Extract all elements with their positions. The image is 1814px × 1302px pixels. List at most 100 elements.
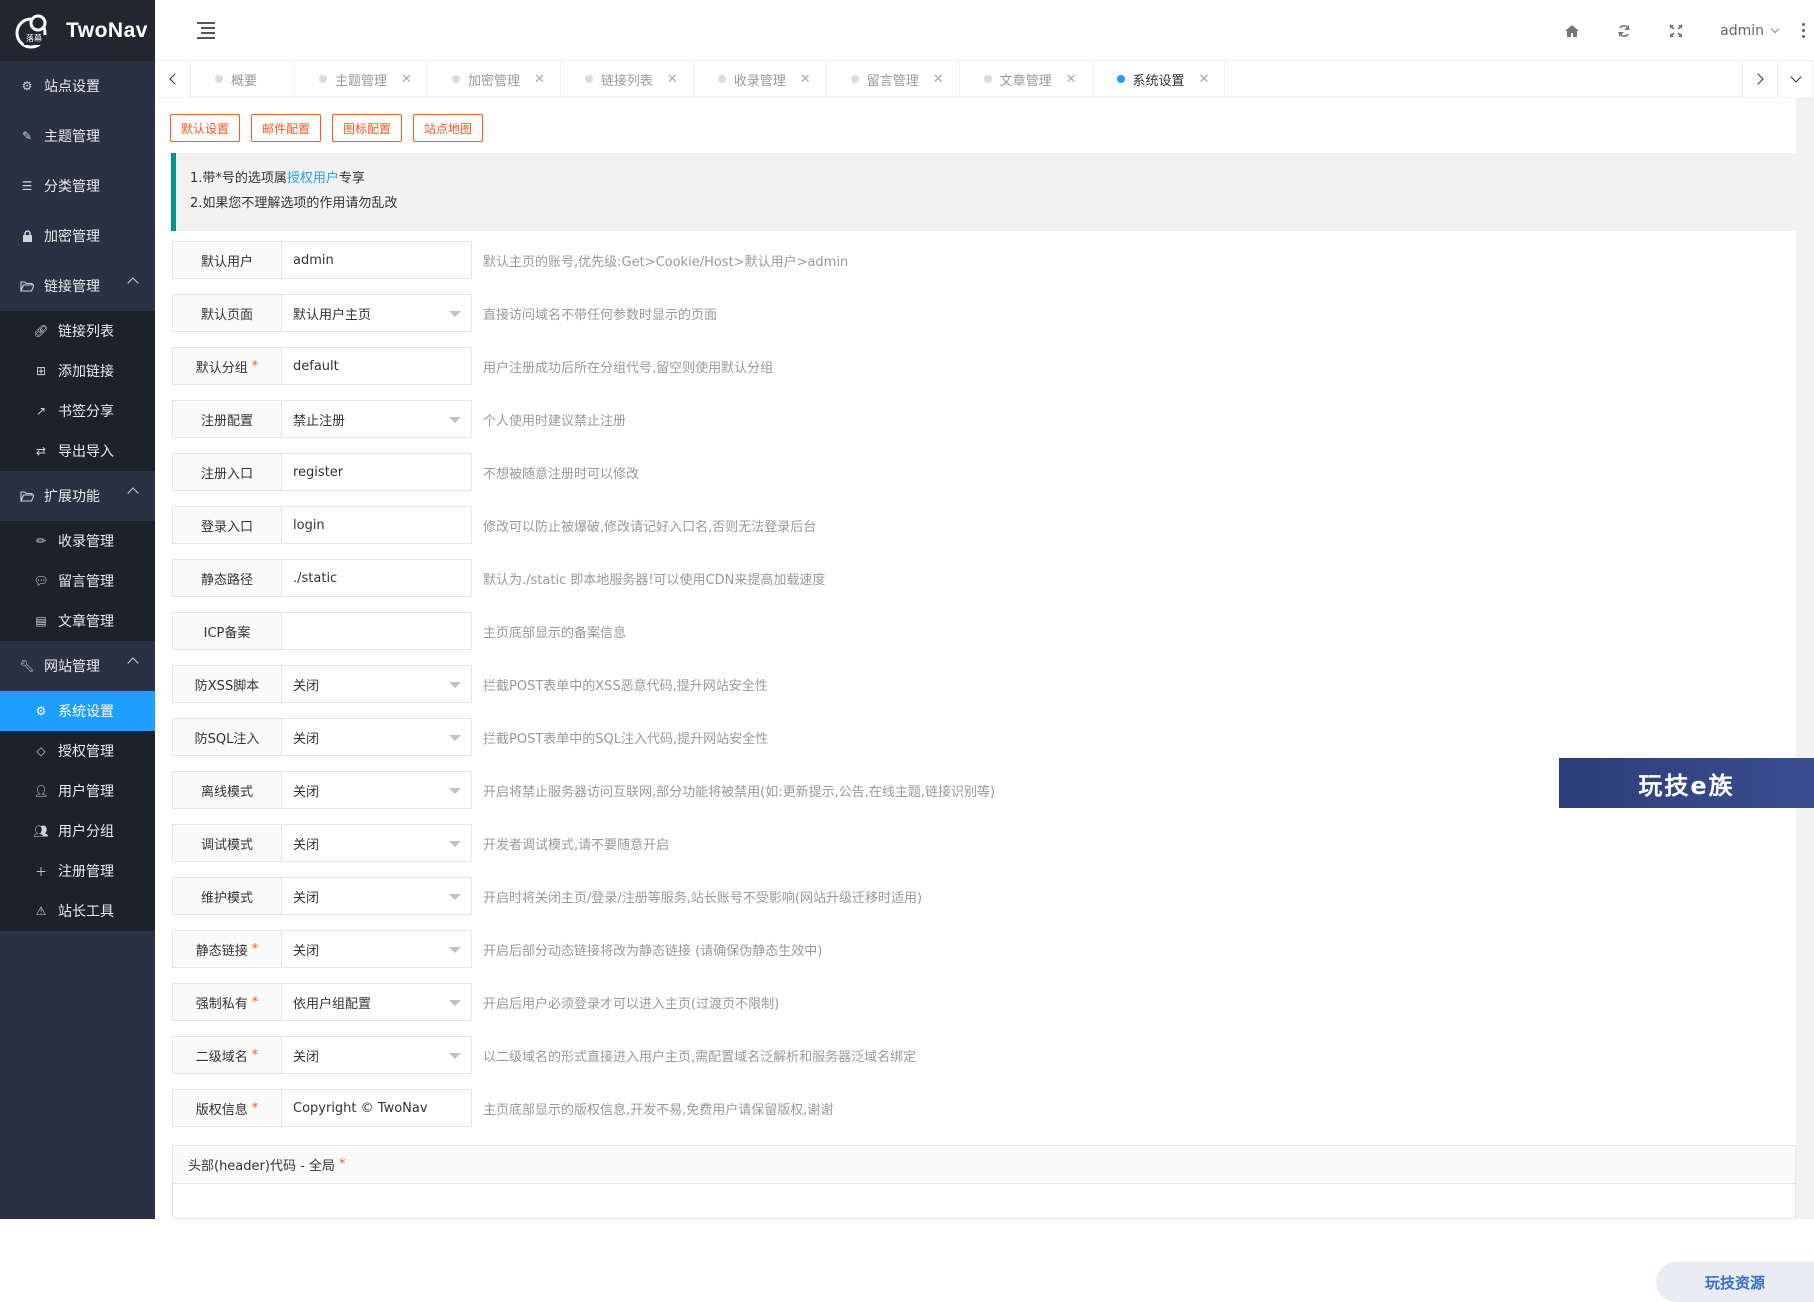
close-icon[interactable]: ✕ bbox=[933, 72, 944, 87]
home-icon[interactable] bbox=[1546, 0, 1598, 61]
field-value: 禁止注册 bbox=[293, 413, 346, 429]
static-link-select[interactable]: 关闭 bbox=[282, 930, 472, 968]
field-value: 关闭 bbox=[293, 678, 320, 694]
sidebar-item-submissions[interactable]: ✏ 收录管理 bbox=[0, 521, 155, 561]
sidebar-item-label: 站长工具 bbox=[58, 904, 114, 920]
share-icon: ↗ bbox=[35, 404, 47, 418]
sidebar-item-categories[interactable]: ☰ 分类管理 bbox=[0, 161, 155, 211]
close-icon[interactable]: ✕ bbox=[534, 72, 545, 87]
header-code-label: 头部(header)代码 - 全局 * bbox=[173, 1146, 1795, 1184]
sidebar-item-registration[interactable]: ＋ 注册管理 bbox=[0, 851, 155, 891]
register-entry-input[interactable]: register bbox=[282, 453, 472, 491]
close-icon[interactable]: ✕ bbox=[401, 72, 412, 87]
maintenance-mode-select[interactable]: 关闭 bbox=[282, 877, 472, 915]
close-icon[interactable]: ✕ bbox=[1066, 72, 1077, 87]
tab-messages[interactable]: 留言管理 ✕ bbox=[827, 61, 960, 97]
tab-scroll-left-button[interactable] bbox=[155, 61, 191, 97]
logo-icon: 落幕 bbox=[14, 13, 52, 49]
authorized-user-link[interactable]: 授权用户 bbox=[287, 171, 339, 186]
login-entry-input[interactable]: login bbox=[282, 506, 472, 544]
dropdown-caret-icon bbox=[449, 841, 461, 847]
form-row-anti-sql: 防SQL注入 关闭 拦截POST表单中的SQL注入代码,提升网站安全性 bbox=[172, 718, 768, 756]
copyright-input[interactable]: Copyright © TwoNav bbox=[282, 1089, 472, 1127]
tab-system-settings[interactable]: 系统设置 ✕ bbox=[1093, 61, 1226, 97]
header-code-textarea[interactable] bbox=[173, 1184, 1795, 1218]
field-tip: 以二级域名的形式直接进入用户主页,需配置域名泛解析和服务器泛域名绑定 bbox=[483, 1049, 917, 1065]
sitemap-button[interactable]: 站点地图 bbox=[413, 114, 484, 142]
field-tip: 开启后用户必须登录才可以进入主页(过渡页不限制) bbox=[483, 996, 780, 1012]
icp-record-input[interactable] bbox=[282, 612, 472, 650]
default-group-input[interactable]: default bbox=[282, 347, 472, 385]
chevron-down-icon bbox=[1770, 24, 1780, 33]
sidebar-group-links[interactable]: 链接管理 bbox=[0, 261, 155, 311]
close-icon[interactable]: ✕ bbox=[800, 72, 811, 87]
form-row-registration-config: 注册配置 禁止注册 个人使用时建议禁止注册 bbox=[172, 400, 626, 438]
sidebar-item-link-list[interactable]: 🔗︎ 链接列表 bbox=[0, 311, 155, 351]
sidebar-item-bookmark-share[interactable]: ↗ 书签分享 bbox=[0, 391, 155, 431]
sidebar-group-site-admin[interactable]: 🔧︎ 网站管理 bbox=[0, 641, 155, 691]
sidebar-group-extensions[interactable]: 扩展功能 bbox=[0, 471, 155, 521]
field-tip: 开启将禁止服务器访问互联网,部分功能将被禁用(如:更新提示,公告,在线主题,链接… bbox=[483, 784, 996, 800]
registration-config-select[interactable]: 禁止注册 bbox=[282, 400, 472, 438]
tab-submissions[interactable]: 收录管理 ✕ bbox=[694, 61, 827, 97]
gear-icon: ⚙ bbox=[21, 79, 33, 93]
form-row-default-group: 默认分组 * default 用户注册成功后所在分组代号,留空则使用默认分组 bbox=[172, 347, 773, 385]
sidebar-item-add-link[interactable]: ⊞ 添加链接 bbox=[0, 351, 155, 391]
sidebar-item-user-groups[interactable]: 👥︎ 用户分组 bbox=[0, 811, 155, 851]
close-icon[interactable]: ✕ bbox=[667, 72, 678, 87]
tab-dot bbox=[1116, 75, 1125, 83]
sidebar-item-encryption[interactable]: 加密管理 bbox=[0, 211, 155, 261]
chevron-down-icon bbox=[1789, 71, 1802, 83]
sidebar-item-site-settings[interactable]: ⚙ 站点设置 bbox=[0, 61, 155, 111]
tab-themes[interactable]: 主题管理 ✕ bbox=[295, 61, 428, 97]
tab-list: 概要 主题管理 ✕ 加密管理 ✕ 链接列表 ✕ 收录管理 ✕ 留言管理 ✕ 文章管理 ✕ 系… bbox=[191, 61, 1226, 97]
comment-icon: 💬︎ bbox=[33, 574, 49, 588]
mail-config-button[interactable]: 邮件配置 bbox=[251, 114, 322, 142]
anti-sql-select[interactable]: 关闭 bbox=[282, 718, 472, 756]
default-user-input[interactable]: admin bbox=[282, 241, 472, 279]
sidebar-item-authorization[interactable]: ◇ 授权管理 bbox=[0, 731, 155, 771]
field-label: 防XSS脚本 bbox=[172, 665, 282, 703]
fullscreen-icon[interactable] bbox=[1650, 0, 1702, 61]
tab-scroll-right-button[interactable] bbox=[1742, 61, 1778, 97]
sidebar-item-users[interactable]: 👤︎ 用户管理 bbox=[0, 771, 155, 811]
field-tip: 默认为./static 即本地服务器!可以使用CDN来提高加载速度 bbox=[483, 572, 826, 588]
debug-mode-select[interactable]: 关闭 bbox=[282, 824, 472, 862]
static-path-input[interactable]: ./static bbox=[282, 559, 472, 597]
field-label: 防SQL注入 bbox=[172, 718, 282, 756]
tab-articles[interactable]: 文章管理 ✕ bbox=[960, 61, 1093, 97]
sidebar-item-webmaster-tools[interactable]: ⚠ 站长工具 bbox=[0, 891, 155, 931]
sidebar-item-system-settings[interactable]: ⚙ 系统设置 bbox=[0, 691, 155, 731]
sidebar-item-themes[interactable]: ✎ 主题管理 bbox=[0, 111, 155, 161]
force-private-select[interactable]: 依用户组配置 bbox=[282, 983, 472, 1021]
tab-encryption[interactable]: 加密管理 ✕ bbox=[428, 61, 561, 97]
required-mark: * bbox=[251, 358, 259, 374]
sidebar-item-messages[interactable]: 💬︎ 留言管理 bbox=[0, 561, 155, 601]
icon-config-button[interactable]: 图标配置 bbox=[332, 114, 403, 142]
tab-link-list[interactable]: 链接列表 ✕ bbox=[561, 61, 694, 97]
refresh-icon[interactable] bbox=[1598, 0, 1650, 61]
magic-wand-icon: ✎ bbox=[21, 129, 33, 143]
default-settings-button[interactable]: 默认设置 bbox=[170, 114, 241, 142]
default-page-select[interactable]: 默认用户主页 bbox=[282, 294, 472, 332]
more-vertical-icon[interactable] bbox=[1792, 23, 1814, 38]
sidebar-item-import-export[interactable]: ⇄ 导出导入 bbox=[0, 431, 155, 471]
user-menu[interactable]: admin bbox=[1702, 23, 1792, 39]
tab-overview[interactable]: 概要 bbox=[191, 61, 296, 97]
form-row-default-user: 默认用户 admin 默认主页的账号,优先级:Get>Cookie/Host>默认用… bbox=[172, 241, 848, 279]
subdomain-select[interactable]: 关闭 bbox=[282, 1036, 472, 1074]
tab-options-button[interactable] bbox=[1778, 61, 1814, 97]
sidebar-item-articles[interactable]: ▤ 文章管理 bbox=[0, 601, 155, 641]
field-label: 强制私有 * bbox=[172, 983, 282, 1021]
brand[interactable]: 落幕 TwoNav bbox=[0, 0, 155, 61]
field-value: ./static bbox=[293, 570, 338, 586]
sidebar-toggle-button[interactable] bbox=[197, 22, 215, 39]
offline-mode-select[interactable]: 关闭 bbox=[282, 771, 472, 809]
anti-xss-select[interactable]: 关闭 bbox=[282, 665, 472, 703]
sidebar-item-label: 用户管理 bbox=[58, 784, 114, 800]
close-icon[interactable]: ✕ bbox=[1199, 72, 1210, 87]
settings-tabs: 默认设置 邮件配置 图标配置 站点地图 bbox=[170, 114, 484, 142]
form-row-offline-mode: 离线模式 关闭 开启将禁止服务器访问互联网,部分功能将被禁用(如:更新提示,公告,在… bbox=[172, 771, 995, 809]
field-tip: 主页底部显示的版权信息,开发不易,免费用户请保留版权,谢谢 bbox=[483, 1102, 834, 1118]
sidebar-group-label: 链接管理 bbox=[44, 279, 100, 295]
